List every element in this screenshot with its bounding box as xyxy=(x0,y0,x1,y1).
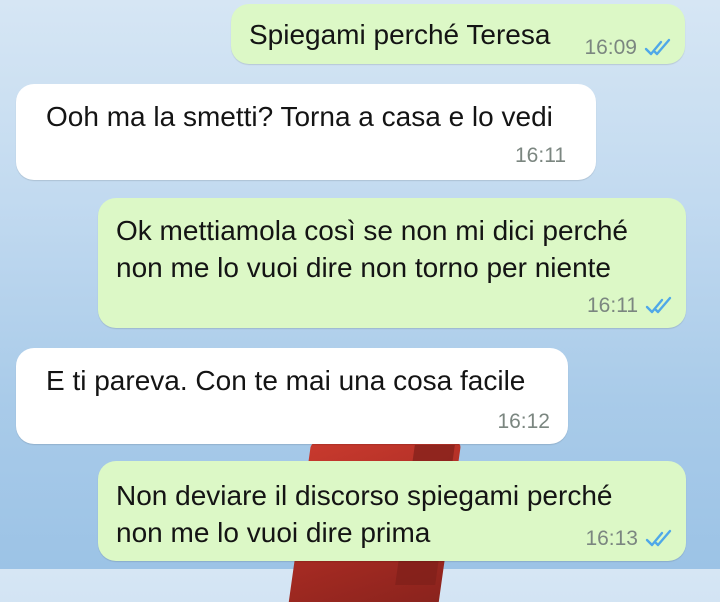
message-time: 16:11 xyxy=(515,144,566,167)
message-meta: 16:11 xyxy=(515,144,566,168)
message-time: 16:09 xyxy=(584,36,637,59)
message-bubble-incoming[interactable]: Ooh ma la smetti? Torna a casa e lo vedi… xyxy=(16,84,596,180)
double-check-read-icon xyxy=(643,38,673,58)
message-text: Ooh ma la smetti? Torna a casa e lo vedi xyxy=(46,101,553,132)
message-text: E ti pareva. Con te mai una cosa facile xyxy=(46,365,526,396)
message-time: 16:11 xyxy=(587,294,638,317)
message-bubble-outgoing[interactable]: Spiegami perché Teresa 16:09 xyxy=(231,4,685,64)
message-bubble-outgoing[interactable]: Ok mettiamola così se non mi dici perché… xyxy=(98,198,686,328)
message-meta: 16:13 xyxy=(585,527,674,551)
chat-area[interactable]: Spiegami perché Teresa 16:09 Ooh ma la s… xyxy=(0,0,720,602)
double-check-read-icon xyxy=(644,296,674,316)
message-text: Non deviare il discorso spiegami perché … xyxy=(116,480,613,548)
message-meta: 16:12 xyxy=(497,410,550,434)
message-meta: 16:11 xyxy=(587,294,674,318)
message-meta: 16:09 xyxy=(584,36,673,60)
message-text: Spiegami perché Teresa xyxy=(249,19,551,50)
message-bubble-outgoing[interactable]: Non deviare il discorso spiegami perché … xyxy=(98,461,686,561)
double-check-read-icon xyxy=(644,529,674,549)
message-time: 16:13 xyxy=(585,527,638,550)
message-bubble-incoming[interactable]: E ti pareva. Con te mai una cosa facile … xyxy=(16,348,568,444)
message-time: 16:12 xyxy=(497,410,550,433)
message-text: Ok mettiamola così se non mi dici perché… xyxy=(116,215,628,283)
